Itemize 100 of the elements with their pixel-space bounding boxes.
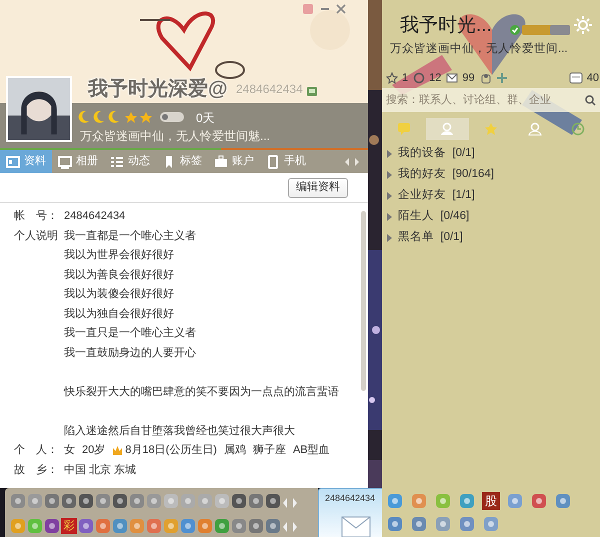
app-icon[interactable] xyxy=(248,518,264,534)
app-icon[interactable] xyxy=(265,493,281,509)
field-label: 故 乡： xyxy=(13,462,59,478)
field-value: 狮子座 xyxy=(252,442,286,458)
app-icon[interactable] xyxy=(530,492,548,510)
app-icon[interactable] xyxy=(482,515,500,533)
description-line: 我以为善良会很好很好 xyxy=(64,268,175,282)
app-icon[interactable] xyxy=(78,493,94,509)
contact-group[interactable]: 黑名单 [0/1] xyxy=(382,227,600,248)
clock-icon xyxy=(571,122,586,136)
expand-arrow-icon xyxy=(387,234,392,242)
search-icon[interactable] xyxy=(585,94,596,106)
mini-window[interactable]: 2484642434 xyxy=(318,488,382,537)
app-icon[interactable] xyxy=(112,518,128,534)
person-icon xyxy=(528,122,542,136)
card-icon xyxy=(6,154,20,168)
app-icon[interactable] xyxy=(410,492,428,510)
app-icon[interactable] xyxy=(10,518,26,534)
expand-arrow-icon xyxy=(387,192,392,200)
field-value: 属鸡 xyxy=(224,443,246,458)
app-icon[interactable] xyxy=(180,518,196,534)
app-icon[interactable] xyxy=(44,493,60,509)
app-icon[interactable] xyxy=(95,493,111,509)
expand-arrow-icon xyxy=(387,212,392,220)
search-field[interactable]: 搜索：联系人、讨论组、群、企业 xyxy=(382,90,600,110)
app-icon[interactable] xyxy=(434,515,452,533)
field-value: 20岁 xyxy=(82,443,106,458)
app-icon[interactable] xyxy=(27,493,43,509)
app-icon[interactable] xyxy=(163,493,179,509)
count-label: 40 xyxy=(586,71,599,86)
app-icon[interactable] xyxy=(214,518,230,534)
scroll-arrows-icon[interactable] xyxy=(344,156,360,166)
app-icon[interactable] xyxy=(231,493,247,509)
person-icon xyxy=(440,122,454,136)
app-icon[interactable] xyxy=(44,518,60,534)
scrollbar[interactable] xyxy=(361,211,366,391)
crown-icon xyxy=(112,445,124,456)
app-icon[interactable] xyxy=(197,493,213,509)
field-value: 女 xyxy=(64,443,75,458)
contact-group[interactable]: 陌生人 [0/46] xyxy=(382,206,600,227)
contact-group[interactable]: 我的设备 [0/1] xyxy=(382,143,600,164)
scroll-arrows-icon[interactable] xyxy=(282,521,298,534)
field-value: 2484642434 xyxy=(64,209,126,224)
stock-icon[interactable]: 股 xyxy=(482,492,500,510)
app-icon[interactable] xyxy=(554,492,572,510)
star-icon[interactable] xyxy=(386,72,398,84)
mail-icon[interactable] xyxy=(446,72,458,84)
field-label: 个人说明 xyxy=(13,228,59,244)
contact-group[interactable]: 我的好友 [90/164] xyxy=(382,164,600,185)
bag-icon[interactable] xyxy=(480,72,492,84)
mini-window-title: 2484642434 xyxy=(324,492,376,505)
app-icon[interactable] xyxy=(386,492,404,510)
app-icon[interactable] xyxy=(180,493,196,509)
field-label: 个 人： xyxy=(13,443,59,458)
app-icon[interactable] xyxy=(61,493,77,509)
count-label: 12 xyxy=(429,71,442,86)
app-icon[interactable] xyxy=(214,493,230,509)
app-icon[interactable] xyxy=(146,518,162,534)
star-icon xyxy=(484,122,498,136)
scroll-arrows-icon[interactable] xyxy=(282,496,298,509)
description-line: 我以为世界会很好很好 xyxy=(64,248,175,263)
app-icon[interactable] xyxy=(10,493,26,509)
app-icon[interactable] xyxy=(434,492,452,510)
edit-profile-button[interactable]: 编辑资料 xyxy=(288,178,348,198)
count-label: 99 xyxy=(462,71,475,86)
app-icon[interactable] xyxy=(146,493,162,509)
expand-arrow-icon xyxy=(387,170,392,178)
app-icon[interactable] xyxy=(410,515,428,533)
app-icon[interactable] xyxy=(95,518,111,534)
description-line: 我一直鼓励身边的人要开心 xyxy=(64,346,197,360)
chat-icon xyxy=(396,122,411,136)
app-icon[interactable] xyxy=(78,518,94,534)
phone-icon xyxy=(266,154,280,168)
photo-icon xyxy=(58,154,72,168)
settings-icon[interactable] xyxy=(574,16,592,34)
message-box-icon[interactable] xyxy=(568,72,583,84)
field-value: AB型血 xyxy=(292,443,330,458)
app-icon[interactable] xyxy=(129,493,145,509)
description-line: 陷入迷途然后自甘堕落我曾经也笑过很大声很大 xyxy=(64,424,296,438)
app-icon[interactable] xyxy=(197,518,213,534)
field-value: 中国 北京 东城 xyxy=(64,462,136,478)
app-icon[interactable] xyxy=(458,515,476,533)
app-icon[interactable] xyxy=(231,518,247,534)
app-icon[interactable] xyxy=(248,493,264,509)
app-icon[interactable] xyxy=(506,492,524,510)
app-icon[interactable] xyxy=(27,518,43,534)
app-icon[interactable] xyxy=(265,518,281,534)
mail-icon xyxy=(341,516,371,537)
app-icon[interactable] xyxy=(112,493,128,509)
field-value: 8月18日(公历生日) xyxy=(125,443,217,458)
field-label: 帐 号： xyxy=(13,209,59,224)
add-icon[interactable] xyxy=(496,72,508,84)
lottery-icon[interactable]: 彩 xyxy=(61,518,77,534)
app-icon[interactable] xyxy=(163,518,179,534)
online-status-icon xyxy=(510,25,520,35)
app-icon[interactable] xyxy=(129,518,145,534)
app-icon[interactable] xyxy=(386,515,404,533)
contact-group[interactable]: 企业好友 [1/1] xyxy=(382,185,600,206)
app-icon[interactable] xyxy=(458,492,476,510)
expand-arrow-icon xyxy=(387,150,392,158)
